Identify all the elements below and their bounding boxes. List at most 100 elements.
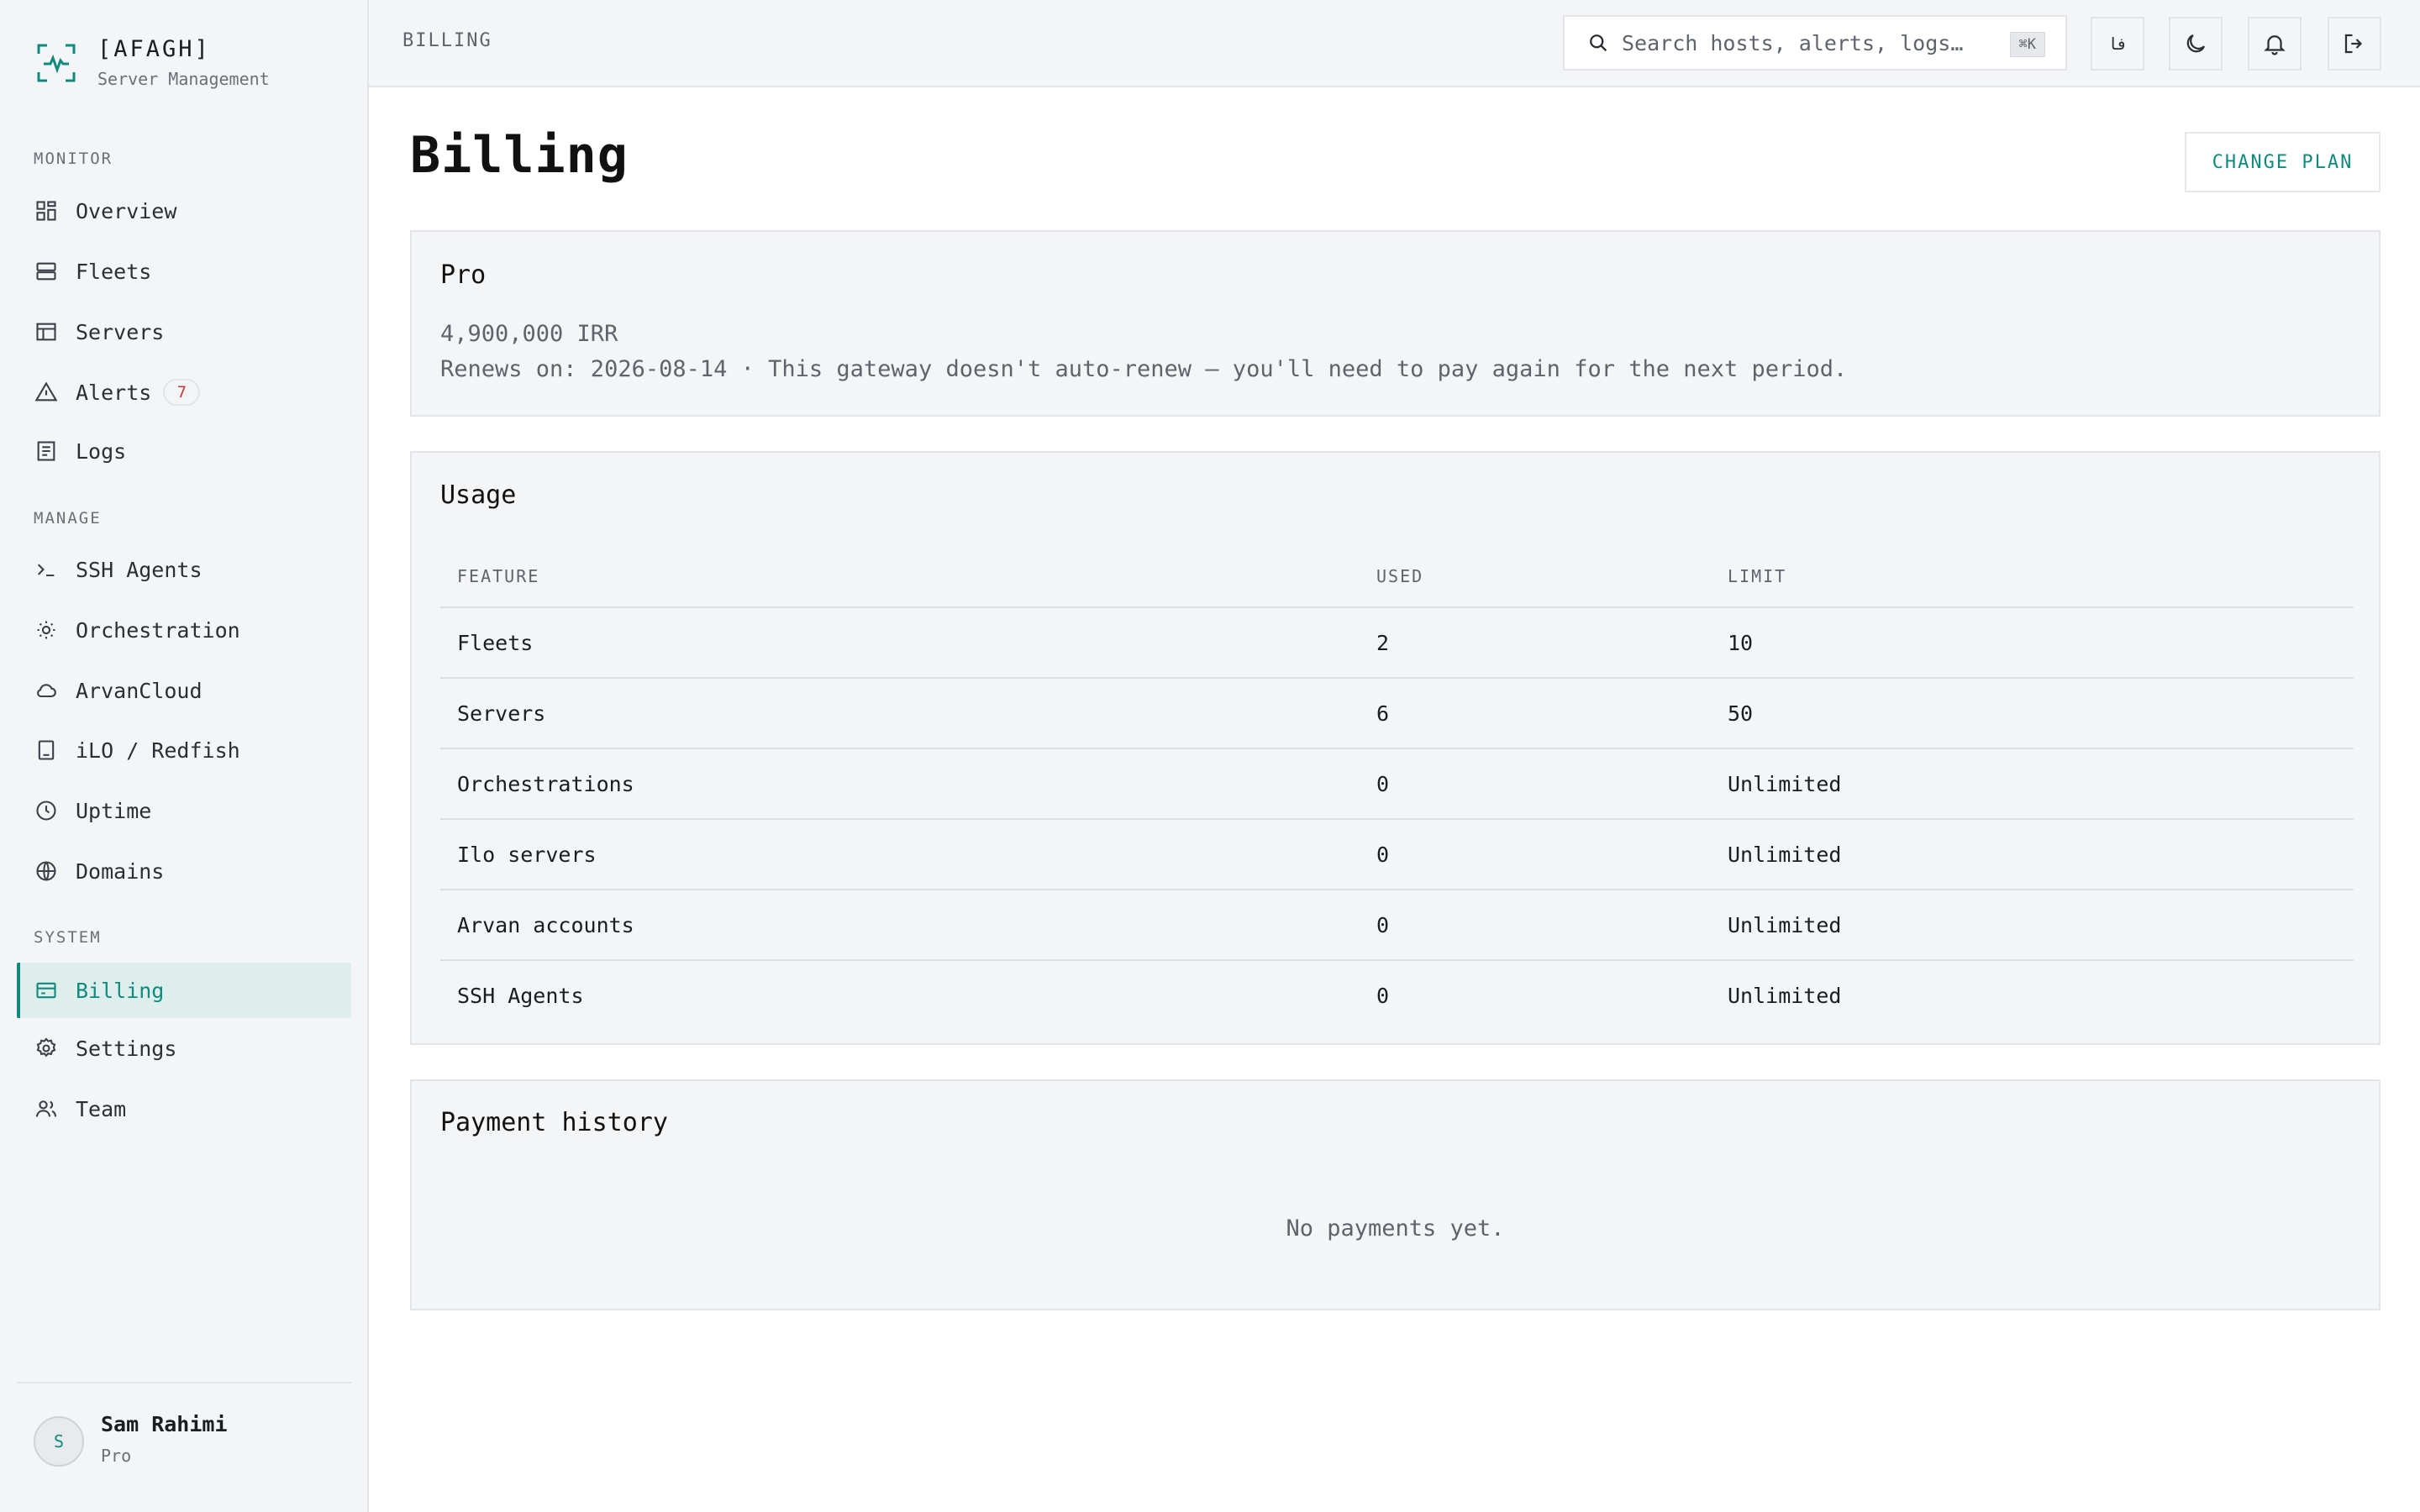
sidebar-item-label: SSH Agents: [76, 557, 203, 582]
users-icon: [34, 1096, 59, 1121]
used-cell: 6: [1360, 678, 1711, 749]
sidebar-item-label: iLO / Redfish: [76, 738, 240, 763]
sidebar-item-settings[interactable]: Settings: [17, 1021, 351, 1076]
table-row: Arvan accounts 0 Unlimited: [440, 890, 2354, 961]
sidebar-item-domains[interactable]: Domains: [17, 843, 351, 899]
feature-cell: SSH Agents: [457, 984, 584, 1008]
sidebar-item-ilo-redfish[interactable]: iLO / Redfish: [17, 722, 351, 778]
used-cell: 0: [1360, 890, 1711, 961]
user-name: Sam Rahimi: [101, 1412, 228, 1436]
pulse-logo-icon: [37, 44, 76, 82]
sidebar-item-label: Fleets: [76, 259, 152, 284]
change-plan-button[interactable]: CHANGE PLAN: [2185, 132, 2381, 192]
table-header-row: FEATURE USED LIMIT: [440, 545, 2354, 608]
gear-icon: [34, 1036, 59, 1061]
brand-subtitle: Server Management: [97, 69, 270, 89]
sidebar-item-label: ArvanCloud: [76, 678, 203, 703]
plan-price: 4,900,000 IRR: [440, 321, 618, 347]
topbar: BILLING ⌘K فا: [369, 0, 2420, 87]
usage-table: FEATURE USED LIMIT Fleets 2 10 Servers 6…: [440, 545, 2354, 1031]
limit-cell: 50: [1711, 678, 2354, 749]
sidebar-item-fleets[interactable]: Fleets: [17, 244, 351, 299]
alert-triangle-icon: [34, 380, 59, 405]
table-row: SSH Agents 0 Unlimited: [440, 960, 2354, 1031]
sidebar: [AFAGH] Server Management MONITOR Overvi…: [0, 0, 369, 1512]
page-title: Billing: [410, 126, 629, 185]
sidebar-item-billing[interactable]: Billing: [17, 963, 351, 1018]
used-cell: 0: [1376, 984, 1390, 1008]
avatar: S: [34, 1416, 84, 1467]
limit-cell: Unlimited: [1711, 890, 2354, 961]
sidebar-item-label: Settings: [76, 1036, 177, 1061]
search-box[interactable]: ⌘K: [1563, 15, 2067, 71]
column-header-used: USED: [1360, 545, 1711, 608]
sidebar-item-orchestration[interactable]: Orchestration: [17, 602, 351, 658]
sidebar-item-servers[interactable]: Servers: [17, 304, 351, 360]
user-profile[interactable]: S Sam Rahimi Pro: [17, 1382, 351, 1473]
sidebar-item-label: Team: [76, 1096, 127, 1121]
bell-icon: [2264, 35, 2286, 55]
sidebar-item-label: Servers: [76, 319, 165, 344]
column-header-feature: FEATURE: [440, 545, 1360, 608]
sidebar-item-label: Uptime: [76, 798, 152, 823]
sidebar-item-label: Orchestration: [76, 617, 240, 643]
document-icon: [34, 438, 59, 464]
table-row: Fleets 2 10: [440, 607, 2354, 679]
table-row: Ilo servers 0 Unlimited: [440, 819, 2354, 890]
search-shortcut-hint: ⌘K: [2009, 32, 2045, 57]
table-icon: [34, 319, 59, 344]
payment-history-title: Payment history: [440, 1108, 668, 1137]
usage-title: Usage: [440, 480, 517, 510]
plan-renewal-note: Renews on: 2026-08-14 · This gateway doe…: [440, 356, 1848, 382]
credit-card-icon: [34, 978, 59, 1003]
feature-cell: Arvan accounts: [440, 890, 1360, 961]
globe-icon: [34, 858, 59, 884]
theme-toggle-button[interactable]: [2169, 17, 2223, 71]
sidebar-item-label: Overview: [76, 198, 177, 223]
limit-cell: Unlimited: [1711, 819, 2354, 890]
used-cell: 0: [1360, 819, 1711, 890]
clock-icon: [34, 798, 59, 823]
nav-section-monitor: MONITOR: [34, 150, 113, 168]
plan-card: Pro 4,900,000 IRR Renews on: 2026-08-14 …: [410, 230, 2381, 417]
sun-cog-icon: [34, 617, 59, 643]
brand[interactable]: [AFAGH] Server Management: [35, 35, 270, 94]
brand-name: [AFAGH]: [97, 36, 211, 62]
sidebar-item-label: Alerts: [76, 380, 152, 405]
language-toggle-button[interactable]: فا: [2091, 17, 2144, 71]
column-header-limit: LIMIT: [1711, 545, 2354, 608]
feature-cell: Servers: [440, 678, 1360, 749]
used-cell: 2: [1360, 607, 1711, 679]
usage-card: Usage FEATURE USED LIMIT Fleets 2 10 Ser…: [410, 451, 2381, 1045]
sidebar-item-label: Domains: [76, 858, 165, 884]
logout-icon: [2344, 34, 2363, 54]
device-icon: [34, 738, 59, 763]
nav-section-manage: MANAGE: [34, 509, 102, 528]
search-icon: [1590, 34, 1607, 52]
breadcrumb: BILLING: [402, 30, 492, 51]
sidebar-item-uptime[interactable]: Uptime: [17, 783, 351, 838]
limit-cell: 10: [1711, 607, 2354, 679]
sidebar-item-label: Billing: [76, 978, 165, 1003]
payment-history-card: Payment history No payments yet.: [410, 1079, 2381, 1310]
terminal-icon: [34, 557, 59, 582]
sidebar-item-logs[interactable]: Logs: [17, 423, 351, 479]
cloud-icon: [34, 678, 59, 703]
feature-cell: Orchestrations: [440, 748, 1360, 820]
sidebar-item-ssh-agents[interactable]: SSH Agents: [17, 542, 351, 597]
sidebar-item-arvancloud[interactable]: ArvanCloud: [17, 663, 351, 718]
feature-cell: Ilo servers: [440, 819, 1360, 890]
sidebar-item-overview[interactable]: Overview: [17, 183, 351, 239]
table-row: Servers 6 50: [440, 678, 2354, 749]
user-plan: Pro: [101, 1446, 132, 1466]
sidebar-item-label: Logs: [76, 438, 127, 464]
limit-cell: Unlimited: [1728, 984, 1842, 1008]
used-cell: 0: [1360, 748, 1711, 820]
logout-button[interactable]: [2328, 17, 2381, 71]
plan-name: Pro: [440, 260, 487, 290]
notifications-button[interactable]: [2248, 17, 2302, 71]
feature-cell: Fleets: [440, 607, 1360, 679]
sidebar-item-alerts[interactable]: Alerts 7: [17, 365, 351, 420]
sidebar-item-team[interactable]: Team: [17, 1081, 351, 1137]
search-input[interactable]: [1622, 30, 1991, 55]
